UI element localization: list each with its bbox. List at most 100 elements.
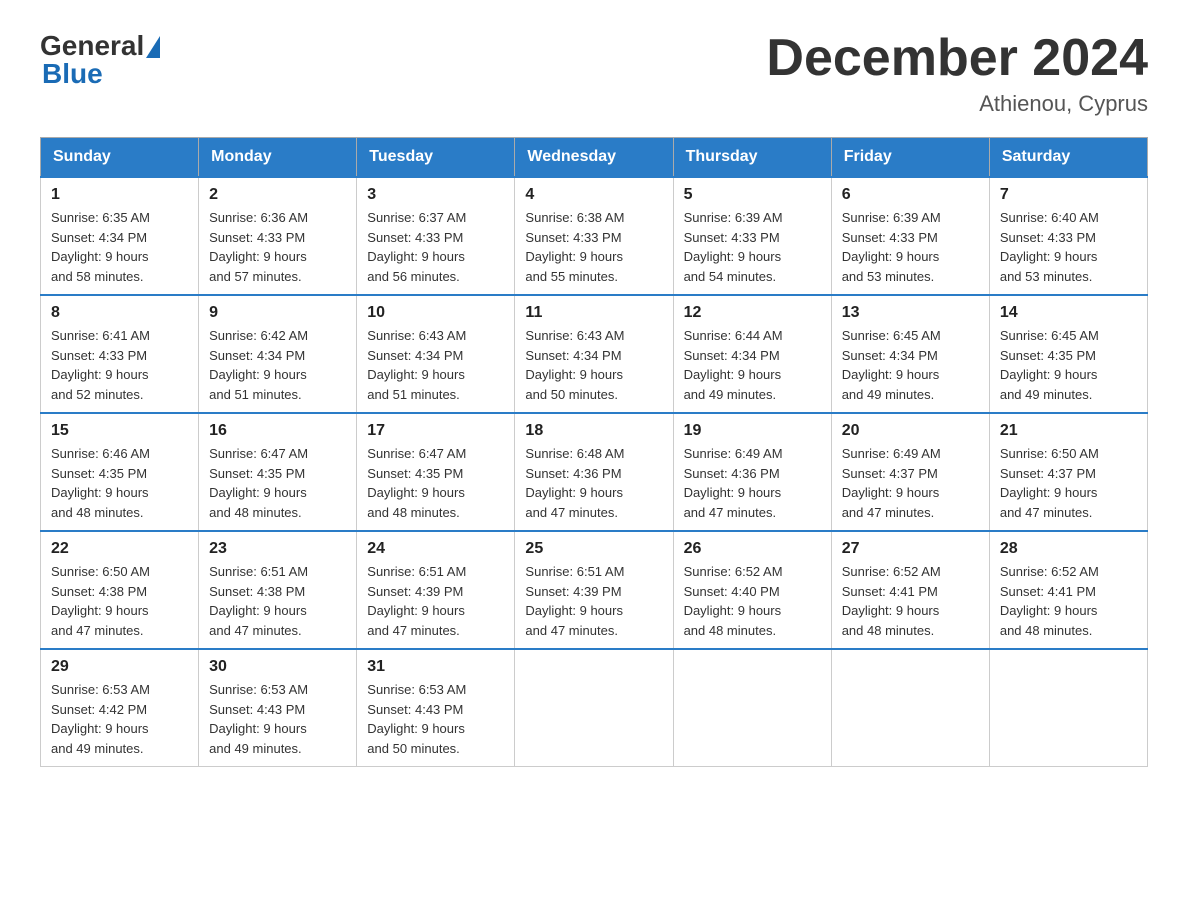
calendar-cell: 24 Sunrise: 6:51 AMSunset: 4:39 PMDaylig… (357, 531, 515, 649)
day-info: Sunrise: 6:43 AMSunset: 4:34 PMDaylight:… (525, 326, 662, 404)
calendar-cell (831, 649, 989, 767)
day-info: Sunrise: 6:45 AMSunset: 4:35 PMDaylight:… (1000, 326, 1137, 404)
calendar-cell: 6 Sunrise: 6:39 AMSunset: 4:33 PMDayligh… (831, 177, 989, 295)
calendar-cell (515, 649, 673, 767)
day-info: Sunrise: 6:39 AMSunset: 4:33 PMDaylight:… (684, 208, 821, 286)
day-info: Sunrise: 6:52 AMSunset: 4:41 PMDaylight:… (1000, 562, 1137, 640)
calendar-cell: 13 Sunrise: 6:45 AMSunset: 4:34 PMDaylig… (831, 295, 989, 413)
calendar-cell: 23 Sunrise: 6:51 AMSunset: 4:38 PMDaylig… (199, 531, 357, 649)
calendar-week-row: 29 Sunrise: 6:53 AMSunset: 4:42 PMDaylig… (41, 649, 1148, 767)
day-number: 19 (684, 422, 821, 440)
day-info: Sunrise: 6:41 AMSunset: 4:33 PMDaylight:… (51, 326, 188, 404)
day-number: 12 (684, 304, 821, 322)
day-number: 4 (525, 186, 662, 204)
day-number: 31 (367, 658, 504, 676)
day-number: 16 (209, 422, 346, 440)
calendar-cell (673, 649, 831, 767)
day-info: Sunrise: 6:53 AMSunset: 4:42 PMDaylight:… (51, 680, 188, 758)
day-number: 9 (209, 304, 346, 322)
calendar-cell: 22 Sunrise: 6:50 AMSunset: 4:38 PMDaylig… (41, 531, 199, 649)
day-info: Sunrise: 6:37 AMSunset: 4:33 PMDaylight:… (367, 208, 504, 286)
header-sunday: Sunday (41, 138, 199, 178)
day-info: Sunrise: 6:47 AMSunset: 4:35 PMDaylight:… (367, 444, 504, 522)
day-info: Sunrise: 6:43 AMSunset: 4:34 PMDaylight:… (367, 326, 504, 404)
day-info: Sunrise: 6:50 AMSunset: 4:37 PMDaylight:… (1000, 444, 1137, 522)
day-number: 20 (842, 422, 979, 440)
logo-triangle-icon (146, 36, 160, 58)
day-number: 13 (842, 304, 979, 322)
calendar-cell: 1 Sunrise: 6:35 AMSunset: 4:34 PMDayligh… (41, 177, 199, 295)
calendar-cell: 2 Sunrise: 6:36 AMSunset: 4:33 PMDayligh… (199, 177, 357, 295)
calendar-week-row: 22 Sunrise: 6:50 AMSunset: 4:38 PMDaylig… (41, 531, 1148, 649)
calendar-header-row: SundayMondayTuesdayWednesdayThursdayFrid… (41, 138, 1148, 178)
calendar-cell: 31 Sunrise: 6:53 AMSunset: 4:43 PMDaylig… (357, 649, 515, 767)
day-number: 14 (1000, 304, 1137, 322)
calendar-cell: 21 Sunrise: 6:50 AMSunset: 4:37 PMDaylig… (989, 413, 1147, 531)
calendar-cell: 12 Sunrise: 6:44 AMSunset: 4:34 PMDaylig… (673, 295, 831, 413)
day-info: Sunrise: 6:42 AMSunset: 4:34 PMDaylight:… (209, 326, 346, 404)
day-number: 23 (209, 540, 346, 558)
calendar-cell: 16 Sunrise: 6:47 AMSunset: 4:35 PMDaylig… (199, 413, 357, 531)
calendar-cell: 30 Sunrise: 6:53 AMSunset: 4:43 PMDaylig… (199, 649, 357, 767)
logo-blue-text: Blue (42, 58, 103, 90)
day-number: 26 (684, 540, 821, 558)
day-number: 21 (1000, 422, 1137, 440)
calendar-cell (989, 649, 1147, 767)
calendar-cell: 7 Sunrise: 6:40 AMSunset: 4:33 PMDayligh… (989, 177, 1147, 295)
day-number: 2 (209, 186, 346, 204)
day-number: 24 (367, 540, 504, 558)
day-number: 3 (367, 186, 504, 204)
day-info: Sunrise: 6:51 AMSunset: 4:39 PMDaylight:… (525, 562, 662, 640)
calendar-cell: 15 Sunrise: 6:46 AMSunset: 4:35 PMDaylig… (41, 413, 199, 531)
calendar-cell: 14 Sunrise: 6:45 AMSunset: 4:35 PMDaylig… (989, 295, 1147, 413)
day-number: 10 (367, 304, 504, 322)
day-info: Sunrise: 6:49 AMSunset: 4:37 PMDaylight:… (842, 444, 979, 522)
calendar-cell: 29 Sunrise: 6:53 AMSunset: 4:42 PMDaylig… (41, 649, 199, 767)
calendar-cell: 8 Sunrise: 6:41 AMSunset: 4:33 PMDayligh… (41, 295, 199, 413)
calendar-cell: 4 Sunrise: 6:38 AMSunset: 4:33 PMDayligh… (515, 177, 673, 295)
day-number: 8 (51, 304, 188, 322)
day-info: Sunrise: 6:49 AMSunset: 4:36 PMDaylight:… (684, 444, 821, 522)
day-info: Sunrise: 6:51 AMSunset: 4:38 PMDaylight:… (209, 562, 346, 640)
page-header: General Blue December 2024 Athienou, Cyp… (40, 30, 1148, 117)
day-number: 7 (1000, 186, 1137, 204)
header-tuesday: Tuesday (357, 138, 515, 178)
day-number: 30 (209, 658, 346, 676)
calendar-cell: 27 Sunrise: 6:52 AMSunset: 4:41 PMDaylig… (831, 531, 989, 649)
header-wednesday: Wednesday (515, 138, 673, 178)
day-info: Sunrise: 6:46 AMSunset: 4:35 PMDaylight:… (51, 444, 188, 522)
calendar-table: SundayMondayTuesdayWednesdayThursdayFrid… (40, 137, 1148, 767)
header-monday: Monday (199, 138, 357, 178)
day-info: Sunrise: 6:50 AMSunset: 4:38 PMDaylight:… (51, 562, 188, 640)
location: Athienou, Cyprus (766, 91, 1148, 117)
calendar-week-row: 15 Sunrise: 6:46 AMSunset: 4:35 PMDaylig… (41, 413, 1148, 531)
calendar-cell: 18 Sunrise: 6:48 AMSunset: 4:36 PMDaylig… (515, 413, 673, 531)
day-info: Sunrise: 6:45 AMSunset: 4:34 PMDaylight:… (842, 326, 979, 404)
day-info: Sunrise: 6:53 AMSunset: 4:43 PMDaylight:… (209, 680, 346, 758)
day-number: 22 (51, 540, 188, 558)
calendar-cell: 20 Sunrise: 6:49 AMSunset: 4:37 PMDaylig… (831, 413, 989, 531)
calendar-week-row: 1 Sunrise: 6:35 AMSunset: 4:34 PMDayligh… (41, 177, 1148, 295)
calendar-cell: 26 Sunrise: 6:52 AMSunset: 4:40 PMDaylig… (673, 531, 831, 649)
day-info: Sunrise: 6:36 AMSunset: 4:33 PMDaylight:… (209, 208, 346, 286)
day-info: Sunrise: 6:35 AMSunset: 4:34 PMDaylight:… (51, 208, 188, 286)
day-info: Sunrise: 6:48 AMSunset: 4:36 PMDaylight:… (525, 444, 662, 522)
calendar-cell: 19 Sunrise: 6:49 AMSunset: 4:36 PMDaylig… (673, 413, 831, 531)
day-info: Sunrise: 6:52 AMSunset: 4:40 PMDaylight:… (684, 562, 821, 640)
day-number: 29 (51, 658, 188, 676)
day-info: Sunrise: 6:47 AMSunset: 4:35 PMDaylight:… (209, 444, 346, 522)
calendar-cell: 25 Sunrise: 6:51 AMSunset: 4:39 PMDaylig… (515, 531, 673, 649)
day-info: Sunrise: 6:53 AMSunset: 4:43 PMDaylight:… (367, 680, 504, 758)
calendar-cell: 3 Sunrise: 6:37 AMSunset: 4:33 PMDayligh… (357, 177, 515, 295)
day-number: 15 (51, 422, 188, 440)
calendar-cell: 28 Sunrise: 6:52 AMSunset: 4:41 PMDaylig… (989, 531, 1147, 649)
calendar-cell: 9 Sunrise: 6:42 AMSunset: 4:34 PMDayligh… (199, 295, 357, 413)
day-number: 6 (842, 186, 979, 204)
day-info: Sunrise: 6:44 AMSunset: 4:34 PMDaylight:… (684, 326, 821, 404)
header-thursday: Thursday (673, 138, 831, 178)
month-title: December 2024 (766, 30, 1148, 87)
day-info: Sunrise: 6:52 AMSunset: 4:41 PMDaylight:… (842, 562, 979, 640)
calendar-cell: 17 Sunrise: 6:47 AMSunset: 4:35 PMDaylig… (357, 413, 515, 531)
title-section: December 2024 Athienou, Cyprus (766, 30, 1148, 117)
day-number: 25 (525, 540, 662, 558)
